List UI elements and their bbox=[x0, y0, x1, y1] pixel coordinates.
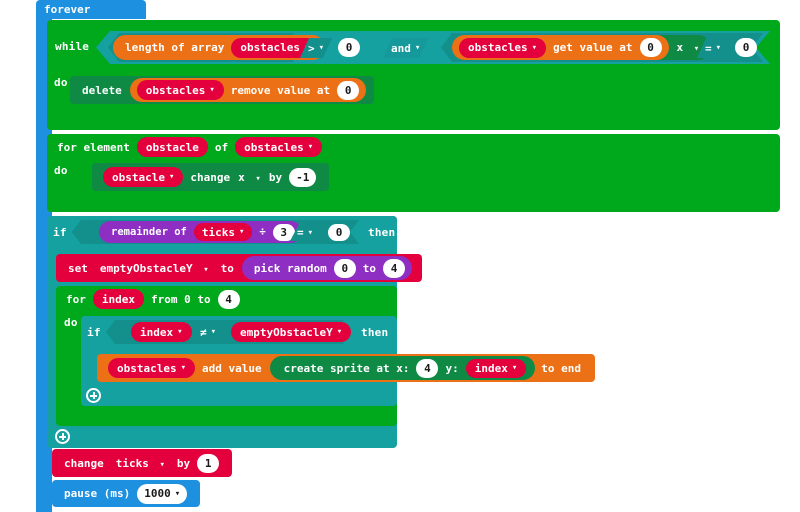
get-value-at-block[interactable]: obstacles ▾ get value at 0 bbox=[452, 35, 669, 60]
to-label: to bbox=[220, 261, 234, 275]
if-ticks-then-label: then bbox=[368, 226, 396, 239]
ticks-variable[interactable]: ticks ▾ bbox=[193, 223, 253, 241]
while-label: while bbox=[55, 40, 90, 53]
chevron-down-icon: ▾ bbox=[210, 327, 217, 337]
by-label: by bbox=[268, 170, 283, 184]
forever-block-label: forever bbox=[44, 3, 91, 16]
if-index-left-variable[interactable]: index ▾ bbox=[131, 322, 192, 342]
pick-random-from-input[interactable]: 0 bbox=[333, 258, 356, 278]
chevron-down-icon: ▾ bbox=[318, 43, 325, 53]
for-element-label: for element bbox=[57, 140, 130, 154]
pick-random-to-input[interactable]: 4 bbox=[383, 258, 405, 278]
sprite-property-getter[interactable]: obstacles ▾ get value at 0 x ▾ bbox=[452, 35, 712, 60]
to-end-label: to end bbox=[541, 361, 582, 375]
chevron-down-icon: ▾ bbox=[693, 44, 700, 54]
change-ticks-by-label: by bbox=[176, 456, 191, 470]
for-index-do-label: do bbox=[64, 316, 78, 329]
if-ticks-label: if bbox=[53, 226, 67, 239]
for-element-header[interactable]: for element obstacle of obstacles ▾ bbox=[53, 136, 325, 158]
for-index-from-to-label: from 0 to bbox=[151, 292, 211, 306]
add-value-array-variable[interactable]: obstacles ▾ bbox=[108, 358, 196, 378]
remove-value-at-label: remove value at bbox=[230, 83, 331, 97]
delete-block[interactable]: delete obstacles ▾ remove value at 0 bbox=[70, 76, 375, 104]
for-element-do-label: do bbox=[54, 164, 68, 177]
while-left-compare-value[interactable]: 0 bbox=[338, 38, 360, 57]
change-ticks-variable-dropdown[interactable]: ticks ▾ bbox=[108, 457, 169, 470]
create-sprite-x-input[interactable]: 4 bbox=[416, 358, 439, 378]
pause-duration-dropdown[interactable]: 1000 ▾ bbox=[137, 483, 188, 504]
sprite-property-x[interactable]: x ▾ bbox=[669, 41, 704, 54]
chevron-down-icon: ▾ bbox=[238, 227, 245, 237]
create-sprite-label: create sprite at x: bbox=[283, 361, 410, 375]
chevron-down-icon: ▾ bbox=[177, 327, 183, 337]
create-sprite-y-variable[interactable]: index ▾ bbox=[465, 358, 527, 378]
pick-random-label: pick random bbox=[253, 261, 327, 275]
get-value-at-label: get value at bbox=[553, 41, 633, 54]
sprite-variable-obstacle[interactable]: obstacle ▾ bbox=[103, 167, 184, 187]
chevron-down-icon: ▾ bbox=[180, 363, 187, 373]
length-of-array-label: length of array bbox=[125, 41, 225, 54]
change-by-value-input[interactable]: -1 bbox=[289, 167, 317, 187]
pick-random-to-label: to bbox=[362, 261, 376, 275]
if-ticks-plus-circle-icon[interactable] bbox=[55, 429, 70, 444]
divisor-input[interactable]: 3 bbox=[272, 223, 295, 241]
for-index-header[interactable]: for index from 0 to 4 bbox=[62, 288, 243, 310]
remove-value-at-block[interactable]: obstacles ▾ remove value at 0 bbox=[129, 78, 367, 102]
chevron-down-icon: ▾ bbox=[174, 488, 181, 499]
set-variable-block[interactable]: set emptyObstacleY ▾ to pick random 0 to… bbox=[56, 254, 422, 282]
for-label: for bbox=[66, 292, 86, 306]
set-label: set bbox=[68, 261, 88, 275]
chevron-down-icon: ▾ bbox=[307, 142, 314, 152]
pause-block[interactable]: pause (ms) 1000 ▾ bbox=[52, 480, 201, 507]
chevron-down-icon: ▾ bbox=[307, 227, 314, 238]
array-variable-obstacles-3[interactable]: obstacles ▾ bbox=[136, 80, 224, 100]
chevron-down-icon: ▾ bbox=[414, 43, 421, 53]
change-ticks-block[interactable]: change ticks ▾ by 1 bbox=[52, 449, 233, 477]
chevron-down-icon: ▾ bbox=[168, 172, 175, 182]
remainder-of-label: remainder of bbox=[111, 226, 187, 238]
remove-value-index-input[interactable]: 0 bbox=[337, 80, 360, 100]
chevron-down-icon: ▾ bbox=[715, 43, 722, 53]
delete-label: delete bbox=[82, 83, 122, 97]
if-index-right-variable[interactable]: emptyObstacleY ▾ bbox=[231, 322, 352, 342]
array-variable-obstacles-2[interactable]: obstacles ▾ bbox=[459, 37, 547, 58]
set-variable-dropdown[interactable]: emptyObstacleY ▾ bbox=[92, 262, 213, 275]
change-ticks-value-input[interactable]: 1 bbox=[197, 453, 220, 473]
chevron-down-icon: ▾ bbox=[255, 173, 261, 184]
change-label: change bbox=[190, 170, 231, 184]
chevron-down-icon: ▾ bbox=[511, 363, 518, 373]
chevron-down-icon: ▾ bbox=[203, 264, 209, 275]
if-index-plus-circle-icon[interactable] bbox=[86, 388, 101, 403]
create-sprite-block[interactable]: create sprite at x: 4 y: index ▾ bbox=[269, 356, 536, 380]
for-element-list-variable[interactable]: obstacles ▾ bbox=[235, 137, 323, 157]
for-index-upper-input[interactable]: 4 bbox=[217, 289, 240, 309]
blocks-workspace[interactable]: forever while length of array obstacles … bbox=[0, 0, 800, 512]
while-do-label: do bbox=[54, 76, 68, 89]
for-index-variable[interactable]: index bbox=[92, 289, 144, 309]
pick-random-block[interactable]: pick random 0 to 4 bbox=[241, 256, 412, 280]
if-ticks-compare-value[interactable]: 0 bbox=[328, 224, 350, 241]
sprite-change-block[interactable]: obstacle ▾ change x ▾ by -1 bbox=[92, 163, 330, 191]
length-of-array-block[interactable]: length of array obstacles ▾ bbox=[113, 35, 326, 60]
change-ticks-label: change bbox=[64, 456, 104, 470]
add-value-block[interactable]: obstacles ▾ add value create sprite at x… bbox=[97, 354, 596, 382]
if-index-label: if bbox=[87, 326, 101, 339]
chevron-down-icon: ▾ bbox=[336, 327, 343, 337]
add-value-label: add value bbox=[202, 361, 262, 375]
remainder-block[interactable]: remainder of ticks ▾ ÷ 3 bbox=[99, 221, 302, 243]
if-index-then-label: then bbox=[361, 326, 389, 339]
pause-label: pause (ms) bbox=[64, 487, 131, 500]
sprite-property-dropdown[interactable]: x ▾ bbox=[234, 171, 265, 184]
while-right-compare-value[interactable]: 0 bbox=[735, 38, 757, 57]
for-element-variable[interactable]: obstacle bbox=[136, 137, 208, 157]
divide-symbol: ÷ bbox=[259, 226, 266, 238]
create-sprite-y-label: y: bbox=[445, 361, 459, 375]
of-label: of bbox=[214, 140, 229, 154]
chevron-down-icon: ▾ bbox=[159, 459, 165, 470]
get-value-index-input[interactable]: 0 bbox=[639, 38, 662, 57]
chevron-down-icon: ▾ bbox=[531, 42, 538, 53]
chevron-down-icon: ▾ bbox=[209, 85, 215, 95]
